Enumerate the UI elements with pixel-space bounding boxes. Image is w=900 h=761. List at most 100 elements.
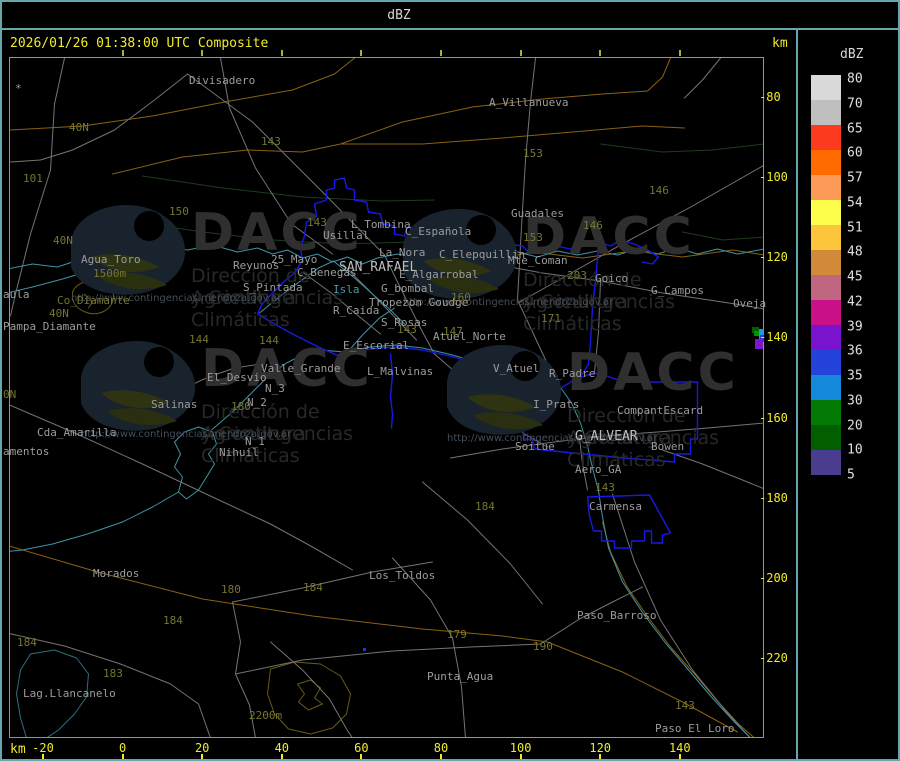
place-label: Soitue <box>515 440 555 453</box>
bottom-axis-tick <box>121 754 124 759</box>
place-label: Carmensa <box>589 500 642 513</box>
right-axis-tick-label: -180 <box>759 490 788 505</box>
scale-tick-label: 30 <box>847 393 863 409</box>
radar-map-area: DACC Dirección de Agricultura y Continge… <box>3 57 767 738</box>
route-number-label: 0N <box>3 388 17 401</box>
place-label: Paso El Loro <box>655 722 735 735</box>
bottom-axis-tick <box>201 754 204 759</box>
bottom-axis-unit: km <box>10 742 26 757</box>
route-number-label: 184 <box>163 614 183 627</box>
scale-tick-label: 60 <box>847 145 863 161</box>
place-label: Pampa_Diamante <box>3 320 96 333</box>
bottom-axis-tick-label: -20 <box>32 741 54 755</box>
bottom-axis-tick <box>519 754 522 759</box>
route-number-label: 101 <box>23 172 43 185</box>
route-number-label: 179 <box>447 628 467 641</box>
route-number-label: 144 <box>259 334 279 347</box>
scale-tick-label: 5 <box>847 467 855 483</box>
route-number-label: 184 <box>303 581 323 594</box>
watermark-line2: y Contingencias Climáticas <box>201 423 354 467</box>
place-label: Usillal <box>323 229 370 242</box>
route-number-label: 180 <box>221 583 241 596</box>
place-label: L_Malvinas <box>367 365 434 378</box>
place-label: G_Campos <box>651 284 704 297</box>
scale-tick-label: 39 <box>847 319 863 334</box>
scale-title: dBZ <box>840 47 864 62</box>
place-label: Los_Toldos <box>369 569 436 582</box>
water-label: Isla <box>333 283 360 296</box>
title-bar: dBZ <box>2 2 898 30</box>
right-axis-tick-label: -120 <box>759 250 788 265</box>
scale-swatch <box>811 400 841 425</box>
scale-swatch <box>811 425 841 450</box>
place-label: Agua_Toro <box>81 253 141 266</box>
right-axis-tick-label: -140 <box>759 330 788 345</box>
scale-swatch <box>811 125 841 150</box>
place-label: La_Nora <box>379 246 426 259</box>
place-label: S_Pintada <box>243 281 303 294</box>
route-number-label: 1500m <box>93 267 127 280</box>
place-label: Cda_Amarilla <box>37 426 117 439</box>
route-number-label: 150 <box>169 205 189 218</box>
route-number-label: 40N <box>49 307 69 320</box>
route-number-label: 171 <box>541 312 561 325</box>
city-label: G_ALVEAR <box>575 429 638 444</box>
scale-swatch <box>811 100 841 125</box>
place-label: Oveja <box>733 297 767 310</box>
route-number-label: 203 <box>567 269 587 282</box>
place-label: E_Escorial <box>343 339 410 352</box>
top-axis-tick <box>201 50 204 56</box>
route-number-label: 143 <box>397 323 417 336</box>
place-label: Goico <box>595 272 629 285</box>
route-number-label: 146 <box>649 184 669 197</box>
axis-unit-label: km <box>772 36 788 51</box>
route-number-label: 146 <box>583 219 603 232</box>
scale-tick-label: 70 <box>847 96 863 112</box>
scale-swatch <box>811 175 841 200</box>
scale-tick-label: 80 <box>847 71 863 87</box>
bottom-axis-tick-label: 140 <box>668 741 691 755</box>
bottom-axis-tick <box>280 754 283 759</box>
route-number-label: 184 <box>17 636 37 649</box>
radar-app-window: dBZ 2026/01/26 01:38:00 UTC Composite km <box>0 0 900 761</box>
bottom-axis-tick <box>599 754 602 759</box>
scale-swatch <box>811 275 841 300</box>
radar-echo-cell <box>363 648 366 651</box>
place-label: Aero_GA <box>575 463 622 476</box>
bottom-axis-tick-label: 80 <box>433 741 449 755</box>
place-label: N_3 <box>265 382 285 395</box>
top-axis-tick <box>678 50 681 56</box>
scale-swatch <box>811 200 841 225</box>
right-axis-tick-label: -220 <box>759 651 788 666</box>
place-label: Nihuil <box>219 446 259 459</box>
scale-tick-label: 20 <box>847 418 863 433</box>
scale-tick-label: 51 <box>847 220 863 235</box>
scale-tick-label: 42 <box>847 294 863 310</box>
scale-swatch <box>811 300 841 325</box>
route-number-label: 143 <box>595 481 615 494</box>
place-label: amentos <box>3 445 50 458</box>
scale-swatch <box>811 75 841 100</box>
scale-swatch <box>811 225 841 250</box>
place-label: Salinas <box>151 398 198 411</box>
place-label: Morados <box>93 567 140 580</box>
scale-swatch <box>811 375 841 400</box>
route-number-label: 180 <box>231 400 251 413</box>
scale-tick-label: 57 <box>847 170 863 186</box>
top-axis-tick <box>599 50 602 56</box>
scale-tick-label: 54 <box>847 195 863 211</box>
right-axis-tick-label: -200 <box>759 570 788 585</box>
timestamp-label: 2026/01/26 01:38:00 UTC Composite <box>10 36 269 51</box>
scale-tick-label: 45 <box>847 269 863 285</box>
route-number-label: 143 <box>307 216 327 229</box>
right-axis-tick-label: -80 <box>759 90 781 104</box>
right-axis-tick-label: -100 <box>759 170 788 185</box>
place-label: 25_Mayo <box>271 253 318 266</box>
map-linework <box>10 58 763 737</box>
route-number-label: 2200m <box>249 709 283 722</box>
bottom-axis-tick-label: 40 <box>274 741 290 755</box>
bottom-axis-tick <box>678 754 681 759</box>
bottom-axis-tick-label: 100 <box>509 741 532 755</box>
place-label: Mte_Coman <box>508 254 568 267</box>
scale-swatch <box>811 450 841 475</box>
